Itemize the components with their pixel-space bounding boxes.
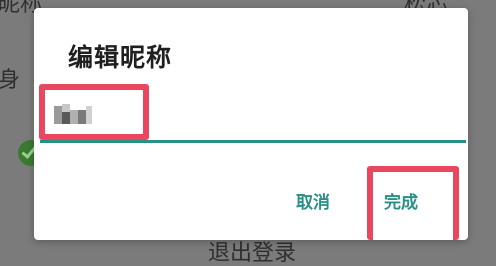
cancel-button[interactable]: 取消 <box>296 188 330 213</box>
input-underline <box>40 140 466 143</box>
dialog-title: 编辑昵称 <box>68 43 173 72</box>
done-highlight-box <box>367 166 459 240</box>
identity-row-label: 身 <box>0 68 21 93</box>
input-highlight-box <box>39 84 149 140</box>
